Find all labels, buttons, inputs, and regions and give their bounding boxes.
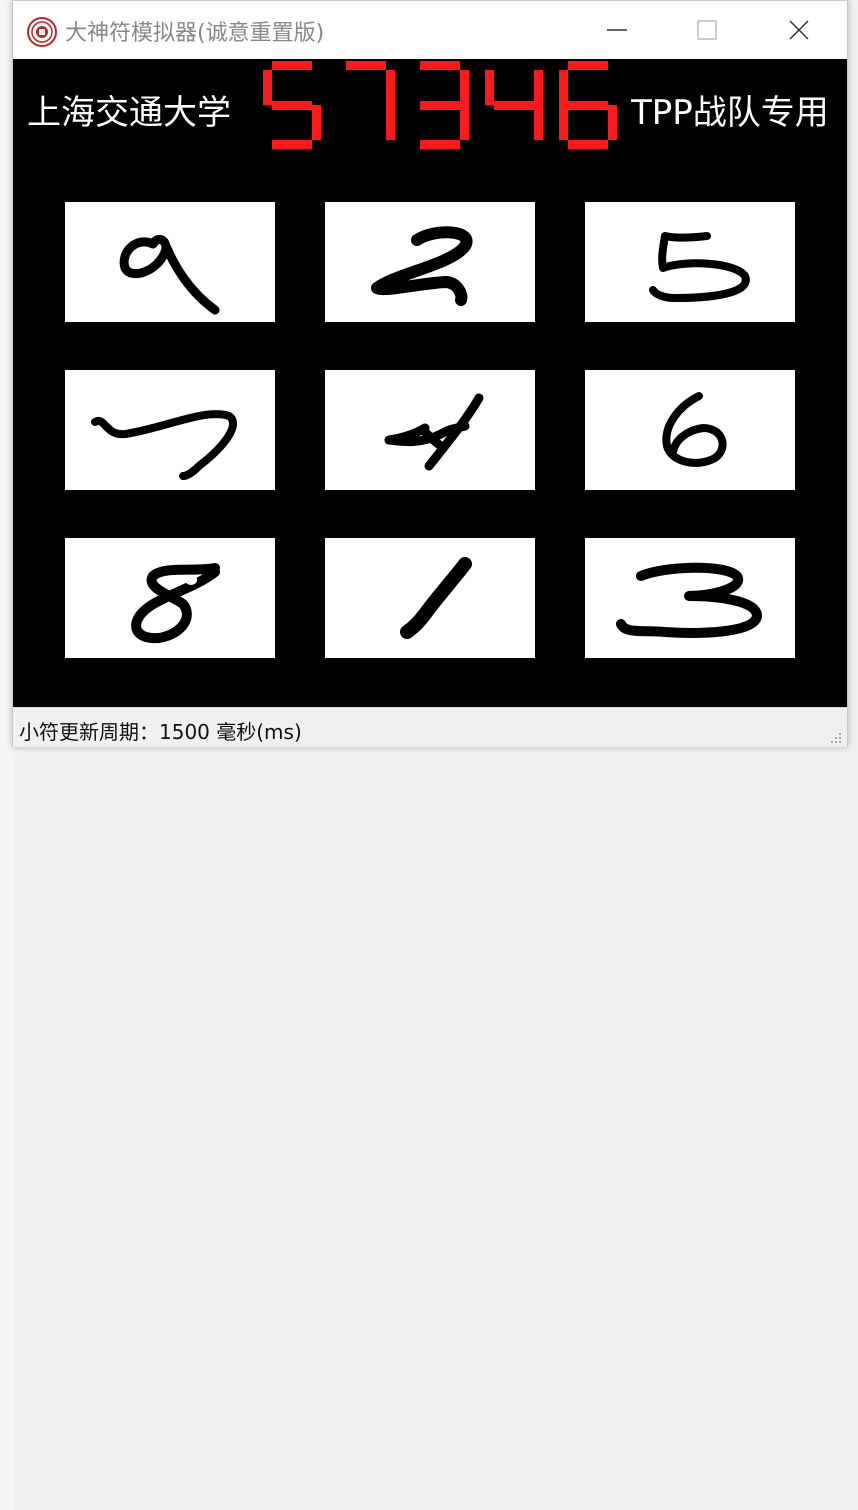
window-title: 大神符模拟器(诚意重置版) <box>65 21 325 46</box>
handwritten-digit <box>119 235 220 315</box>
maximize-icon <box>697 20 717 40</box>
digit-segment <box>460 105 469 140</box>
digit-segment <box>534 70 543 105</box>
handwritten-digit <box>616 562 762 638</box>
background-left-edge <box>0 0 12 755</box>
rune-cell[interactable] <box>325 538 535 658</box>
digit-segment <box>272 140 312 149</box>
handwritten-digit <box>384 393 484 471</box>
digit-segment <box>312 105 321 140</box>
digit-segment <box>559 105 568 140</box>
update-period-status: 小符更新周期：1500 毫秒(ms) <box>19 720 302 744</box>
digit-segment <box>485 70 494 105</box>
resize-grip-icon[interactable] <box>831 731 843 743</box>
digit-segment <box>346 61 386 70</box>
rune-cell[interactable] <box>65 538 275 658</box>
rune-cell[interactable] <box>325 370 535 490</box>
password-display <box>249 61 621 149</box>
rune-cell[interactable] <box>65 202 275 322</box>
minimize-button[interactable] <box>585 1 649 59</box>
digit-segment <box>534 105 543 140</box>
banner-school-text: 上海交通大学 <box>27 93 231 133</box>
digit-segment <box>272 100 312 110</box>
password-digit <box>263 61 321 149</box>
app-seal-icon <box>27 17 57 47</box>
digit-segment <box>559 70 568 105</box>
minimize-icon <box>607 29 627 31</box>
digit-segment <box>263 70 272 105</box>
banner-team-text: TPP战队专用 <box>631 93 829 133</box>
handwritten-digit <box>649 232 750 302</box>
digit-segment <box>420 140 460 149</box>
digit-segment <box>460 70 469 105</box>
rune-cell[interactable] <box>65 370 275 490</box>
handwritten-digit <box>662 392 727 467</box>
digit-segment <box>568 140 608 149</box>
password-digit <box>411 61 469 149</box>
rune-cell[interactable] <box>585 538 795 658</box>
digit-segment <box>386 105 395 140</box>
rune-cell[interactable] <box>585 202 795 322</box>
maximize-button[interactable] <box>675 1 739 59</box>
handwritten-digit <box>371 226 473 306</box>
digit-segment <box>494 100 534 110</box>
handwritten-digit <box>400 557 472 639</box>
close-button[interactable] <box>767 1 831 59</box>
background-right-edge <box>0 755 14 1510</box>
title-bar[interactable]: 大神符模拟器(诚意重置版) <box>13 1 847 59</box>
password-digit <box>337 61 395 149</box>
password-digit <box>559 61 617 149</box>
password-digit <box>485 61 543 149</box>
handwritten-digit <box>91 410 238 480</box>
close-icon <box>789 20 809 40</box>
digit-segment <box>420 100 460 110</box>
digit-segment <box>568 100 608 110</box>
digit-segment <box>608 105 617 140</box>
digit-segment <box>386 70 395 105</box>
digit-segment <box>272 61 312 70</box>
app-window: 大神符模拟器(诚意重置版) 上海交通大学 TPP战队专用 小符更新周期：1500… <box>12 0 848 747</box>
rune-cell[interactable] <box>325 202 535 322</box>
digit-segment <box>420 61 460 70</box>
rune-canvas: 上海交通大学 TPP战队专用 <box>13 59 847 707</box>
digit-segment <box>568 61 608 70</box>
status-bar: 小符更新周期：1500 毫秒(ms) <box>13 707 847 747</box>
handwritten-digit <box>131 563 220 644</box>
rune-cell[interactable] <box>585 370 795 490</box>
